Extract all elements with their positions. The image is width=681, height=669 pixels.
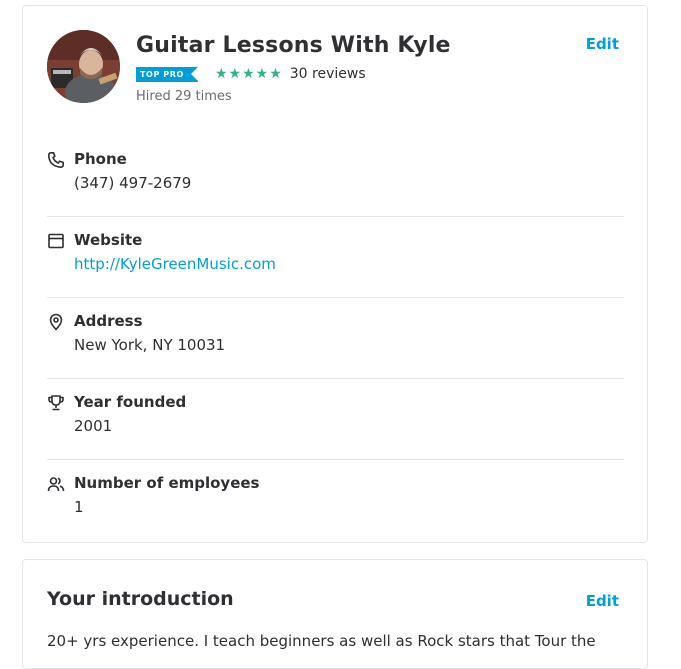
- star-icon: ★: [214, 66, 228, 82]
- star-icon: ★: [242, 66, 255, 82]
- map-pin-icon: [47, 313, 65, 331]
- website-section: Website http://KyleGreenMusic.com: [47, 217, 624, 298]
- phone-section: Phone (347) 497-2679: [47, 136, 624, 217]
- website-label: Website: [74, 231, 143, 249]
- introduction-title: Your introduction: [47, 588, 234, 610]
- phone-icon: [47, 151, 65, 169]
- hired-count: Hired 29 times: [136, 89, 232, 104]
- browser-window-icon: [47, 232, 65, 250]
- employees-value: 1: [74, 498, 84, 516]
- introduction-card: Your introduction Edit 20+ yrs experienc…: [22, 559, 648, 669]
- rating-row: TOP PRO ★ ★ ★ ★ ★ 30 reviews: [136, 66, 366, 82]
- star-rating: ★ ★ ★ ★ ★: [215, 67, 282, 81]
- year-founded-label: Year founded: [74, 393, 187, 411]
- phone-label: Phone: [74, 150, 127, 168]
- edit-profile-button[interactable]: Edit: [586, 35, 619, 53]
- business-name: Guitar Lessons With Kyle: [136, 33, 451, 58]
- employees-section: Number of employees 1: [47, 460, 624, 541]
- star-icon: ★: [269, 66, 282, 82]
- address-value: New York, NY 10031: [74, 336, 226, 354]
- people-icon: [47, 475, 65, 493]
- address-label: Address: [74, 312, 143, 330]
- star-icon: ★: [228, 66, 242, 82]
- trophy-icon: [47, 394, 65, 412]
- profile-photo: [47, 30, 120, 103]
- reviews-count[interactable]: 30 reviews: [290, 66, 366, 82]
- star-icon: ★: [255, 66, 269, 82]
- edit-introduction-button[interactable]: Edit: [586, 592, 619, 610]
- year-founded-section: Year founded 2001: [47, 379, 624, 460]
- top-pro-badge: TOP PRO: [136, 66, 198, 82]
- employees-label: Number of employees: [74, 474, 260, 492]
- year-founded-value: 2001: [74, 417, 113, 435]
- phone-value: (347) 497-2679: [74, 174, 192, 192]
- address-section: Address New York, NY 10031: [47, 298, 624, 379]
- introduction-text: 20+ yrs experience. I teach beginners as…: [47, 632, 596, 650]
- website-link[interactable]: http://KyleGreenMusic.com: [74, 255, 276, 273]
- avatar[interactable]: [47, 30, 120, 103]
- business-profile-card: Edit Guitar Lessons With Kyle TOP PRO ★ …: [22, 5, 648, 543]
